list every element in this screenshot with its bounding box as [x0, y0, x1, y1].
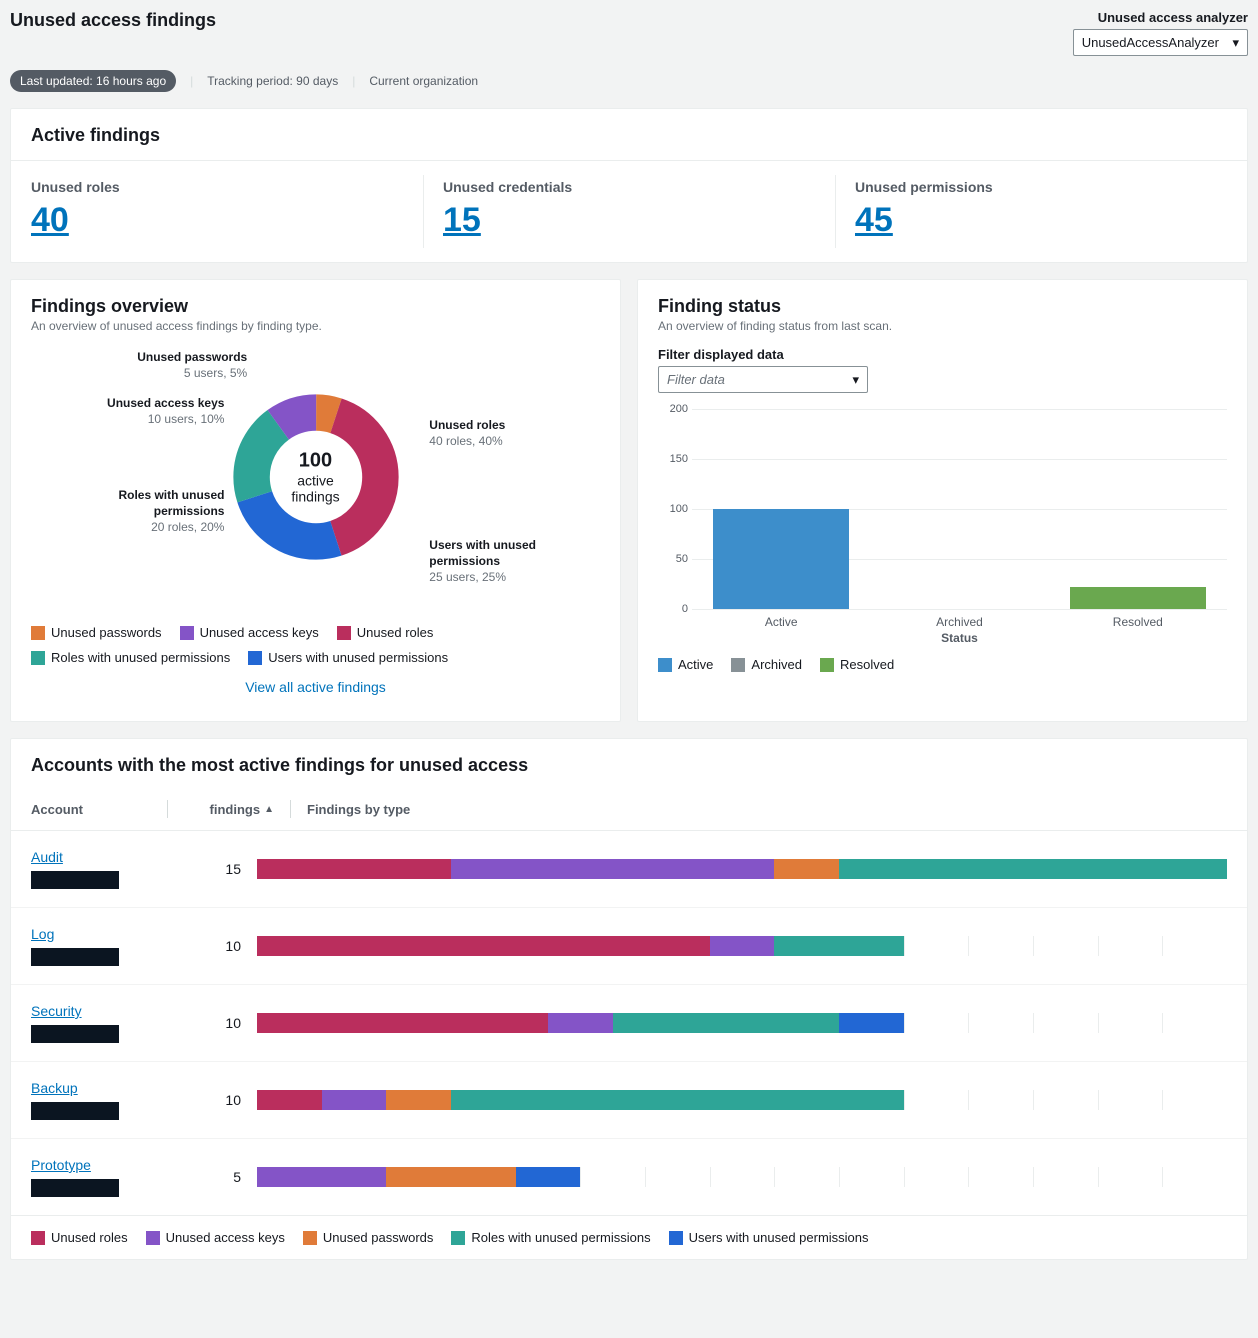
table-row: Prototype 5	[11, 1138, 1247, 1215]
findings-by-type-bar	[257, 936, 1227, 956]
findings-by-type-bar	[257, 859, 1227, 879]
active-findings-title: Active findings	[31, 125, 1227, 146]
table-row: Log 10	[11, 907, 1247, 984]
account-id-redacted	[31, 871, 119, 889]
findings-by-type-bar	[257, 1013, 1227, 1033]
page-title: Unused access findings	[10, 10, 216, 31]
unused-credentials-label: Unused credentials	[443, 179, 815, 195]
table-row: Security 10	[11, 984, 1247, 1061]
column-findings-by-type: Findings by type	[307, 802, 1227, 817]
current-organization: Current organization	[369, 74, 478, 88]
findings-count: 10	[151, 1092, 241, 1108]
finding-status-subtitle: An overview of finding status from last …	[658, 319, 1227, 333]
findings-count: 10	[151, 938, 241, 954]
table-row: Backup 10	[11, 1061, 1247, 1138]
finding-status-legend: Active Archived Resolved	[658, 657, 1227, 672]
unused-credentials-value[interactable]: 15	[443, 201, 481, 239]
findings-overview-legend: Unused passwords Unused access keys Unus…	[31, 625, 600, 665]
active-findings-panel: Active findings Unused roles 40 Unused c…	[10, 108, 1248, 263]
account-link[interactable]: Backup	[31, 1080, 78, 1096]
finding-status-panel: Finding status An overview of finding st…	[637, 279, 1248, 722]
filter-displayed-data-label: Filter displayed data	[658, 347, 1227, 362]
analyzer-select[interactable]: UnusedAccessAnalyzer ▾	[1073, 29, 1248, 56]
account-link[interactable]: Prototype	[31, 1157, 91, 1173]
findings-by-type-bar	[257, 1090, 1227, 1110]
unused-permissions-value[interactable]: 45	[855, 201, 893, 239]
findings-by-type-bar	[257, 1167, 1227, 1187]
unused-roles-value[interactable]: 40	[31, 201, 69, 239]
filter-displayed-data-select[interactable]: Filter data ▾	[658, 366, 868, 393]
table-row: Audit 15	[11, 831, 1247, 907]
chevron-down-icon: ▾	[852, 372, 859, 388]
last-updated-badge: Last updated: 16 hours ago	[10, 70, 176, 92]
accounts-title: Accounts with the most active findings f…	[31, 755, 1227, 776]
account-id-redacted	[31, 1025, 119, 1043]
account-link[interactable]: Security	[31, 1003, 82, 1019]
findings-overview-title: Findings overview	[31, 296, 600, 317]
chevron-down-icon: ▾	[1232, 35, 1239, 51]
column-account[interactable]: Account	[31, 802, 151, 817]
account-id-redacted	[31, 948, 119, 966]
finding-status-title: Finding status	[658, 296, 1227, 317]
findings-count: 5	[151, 1169, 241, 1185]
accounts-panel: Accounts with the most active findings f…	[10, 738, 1248, 1260]
column-findings[interactable]: findings ▲	[184, 802, 274, 817]
sort-asc-icon: ▲	[264, 804, 274, 815]
account-link[interactable]: Log	[31, 926, 54, 942]
unused-permissions-label: Unused permissions	[855, 179, 1227, 195]
tracking-period: Tracking period: 90 days	[207, 74, 338, 88]
findings-overview-chart: 100 active findings Unused passwords 5 u…	[31, 347, 600, 607]
accounts-legend: Unused roles Unused access keys Unused p…	[11, 1215, 1247, 1259]
findings-count: 10	[151, 1015, 241, 1031]
finding-status-chart: 050100150200 Active Archived Resolved St…	[658, 409, 1227, 645]
findings-count: 15	[151, 861, 241, 877]
findings-overview-panel: Findings overview An overview of unused …	[10, 279, 621, 722]
unused-roles-label: Unused roles	[31, 179, 403, 195]
findings-overview-subtitle: An overview of unused access findings by…	[31, 319, 600, 333]
analyzer-label: Unused access analyzer	[1073, 10, 1248, 25]
account-link[interactable]: Audit	[31, 849, 63, 865]
view-all-active-findings-link[interactable]: View all active findings	[31, 665, 600, 701]
account-id-redacted	[31, 1179, 119, 1197]
account-id-redacted	[31, 1102, 119, 1120]
